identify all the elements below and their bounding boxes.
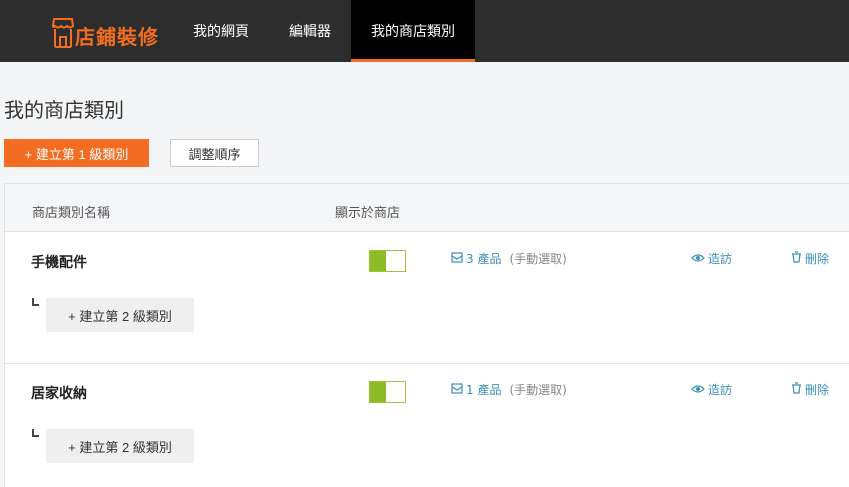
toggle-knob <box>370 251 386 271</box>
category-table: 商店類別名稱 顯示於商店 手機配件 3 產品 (手動選取) 造訪 刪除 + 建立… <box>4 183 849 487</box>
nav-my-pages[interactable]: 我的網頁 <box>174 0 268 62</box>
products-mode: (手動選取) <box>509 252 567 266</box>
reorder-button[interactable]: 調整順序 <box>170 139 259 167</box>
row-divider <box>5 363 849 364</box>
nav-editor[interactable]: 編輯器 <box>270 0 350 62</box>
column-header-visibility: 顯示於商店 <box>335 206 401 221</box>
trash-icon <box>791 382 802 397</box>
sublevel-indicator <box>32 298 39 306</box>
toggle-knob <box>370 382 386 402</box>
delete-link[interactable]: 刪除 <box>791 250 829 267</box>
logo[interactable]: 店鋪裝修 <box>52 14 159 50</box>
eye-icon <box>691 252 705 266</box>
category-name: 手機配件 <box>31 255 87 271</box>
visit-link[interactable]: 造訪 <box>691 381 732 398</box>
create-level1-category-button[interactable]: + 建立第 1 級類別 <box>4 139 149 167</box>
delete-link[interactable]: 刪除 <box>791 381 829 398</box>
page-title: 我的商店類別 <box>4 98 124 122</box>
products-count: 1 產品 <box>466 383 502 397</box>
products-mode: (手動選取) <box>509 383 567 397</box>
sublevel-indicator <box>32 429 39 437</box>
storefront-icon <box>52 15 74 49</box>
column-header-name: 商店類別名稱 <box>32 206 111 221</box>
trash-icon <box>791 251 802 266</box>
category-name: 居家收納 <box>31 386 87 402</box>
visit-link[interactable]: 造訪 <box>691 250 732 267</box>
eye-icon <box>691 383 705 397</box>
visit-label: 造訪 <box>708 383 733 397</box>
products-link[interactable]: 1 產品 (手動選取) <box>451 381 567 398</box>
table-header: 商店類別名稱 顯示於商店 <box>5 184 849 232</box>
create-level2-category-button[interactable]: + 建立第 2 級類別 <box>46 298 194 332</box>
top-navigation-bar: 店鋪裝修 我的網頁 編輯器 我的商店類別 <box>0 0 849 62</box>
nav-my-shop-categories[interactable]: 我的商店類別 <box>351 0 475 62</box>
box-icon <box>451 251 463 266</box>
delete-label: 刪除 <box>805 252 830 266</box>
create-level2-category-button[interactable]: + 建立第 2 級類別 <box>46 429 194 463</box>
products-count: 3 產品 <box>466 252 502 266</box>
visit-label: 造訪 <box>708 252 733 266</box>
visibility-toggle[interactable] <box>369 381 406 403</box>
logo-text: 店鋪裝修 <box>75 24 159 49</box>
products-link[interactable]: 3 產品 (手動選取) <box>451 250 567 267</box>
delete-label: 刪除 <box>805 383 830 397</box>
visibility-toggle[interactable] <box>369 250 406 272</box>
box-icon <box>451 382 463 397</box>
